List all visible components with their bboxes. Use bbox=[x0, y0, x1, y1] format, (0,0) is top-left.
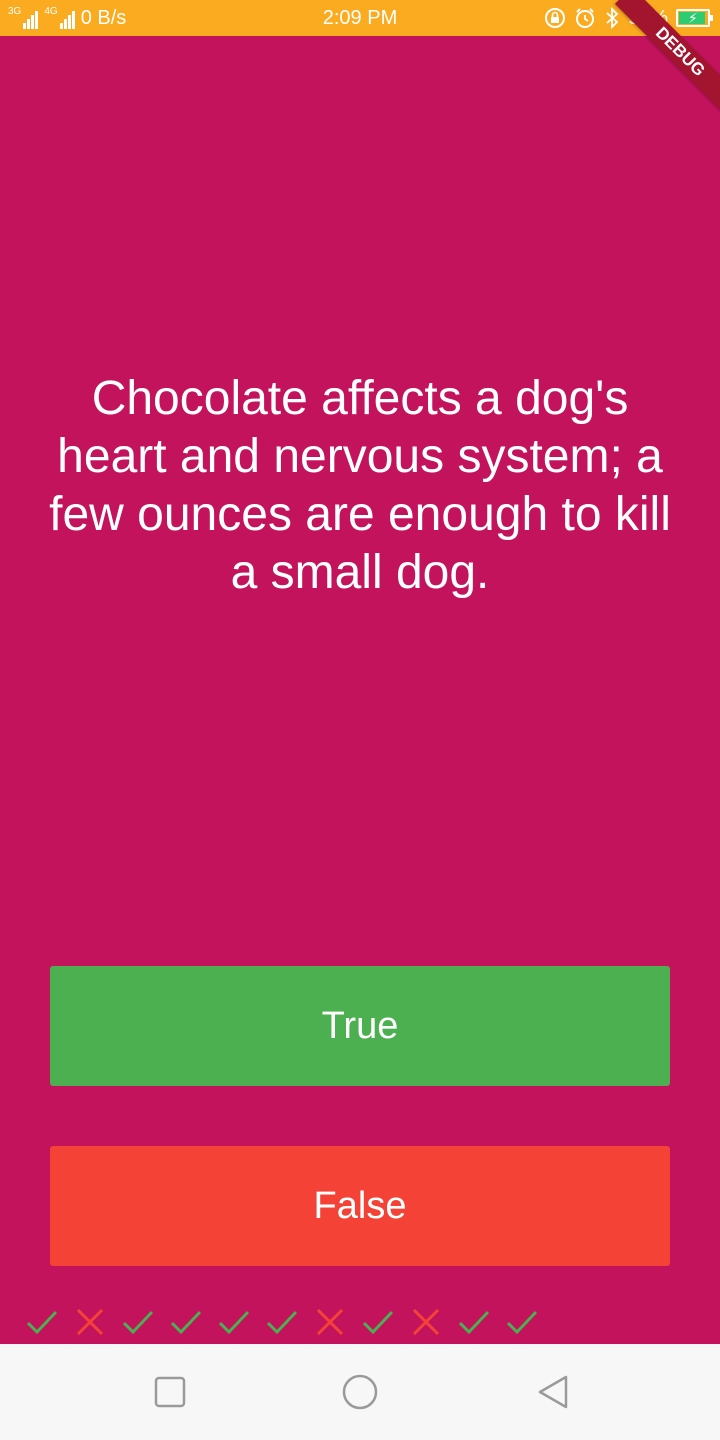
battery-charging-icon: ⚡ bbox=[676, 9, 713, 27]
close-icon bbox=[316, 1308, 344, 1336]
false-button[interactable]: False bbox=[50, 1146, 670, 1266]
true-button[interactable]: True bbox=[50, 966, 670, 1086]
score-keeper bbox=[24, 1302, 540, 1342]
home-icon[interactable] bbox=[342, 1374, 378, 1410]
back-icon[interactable] bbox=[536, 1374, 572, 1410]
close-icon bbox=[76, 1308, 104, 1336]
alarm-icon bbox=[575, 8, 594, 28]
status-bar: 3G 4G 0 B/s 2:09 PM 97% ⚡ bbox=[0, 0, 720, 36]
check-icon bbox=[362, 1310, 394, 1335]
close-icon bbox=[412, 1308, 440, 1336]
rotation-lock-icon bbox=[544, 8, 565, 28]
recents-icon[interactable] bbox=[152, 1374, 188, 1410]
check-icon bbox=[506, 1310, 538, 1335]
bluetooth-icon bbox=[606, 7, 619, 29]
check-icon bbox=[170, 1310, 202, 1335]
navigation-bar bbox=[0, 1344, 720, 1440]
check-icon bbox=[122, 1310, 154, 1335]
check-icon bbox=[266, 1310, 298, 1335]
check-icon bbox=[458, 1310, 490, 1335]
check-icon bbox=[26, 1310, 58, 1335]
question-text: Chocolate affects a dog's heart and nerv… bbox=[49, 372, 671, 599]
check-icon bbox=[218, 1310, 250, 1335]
